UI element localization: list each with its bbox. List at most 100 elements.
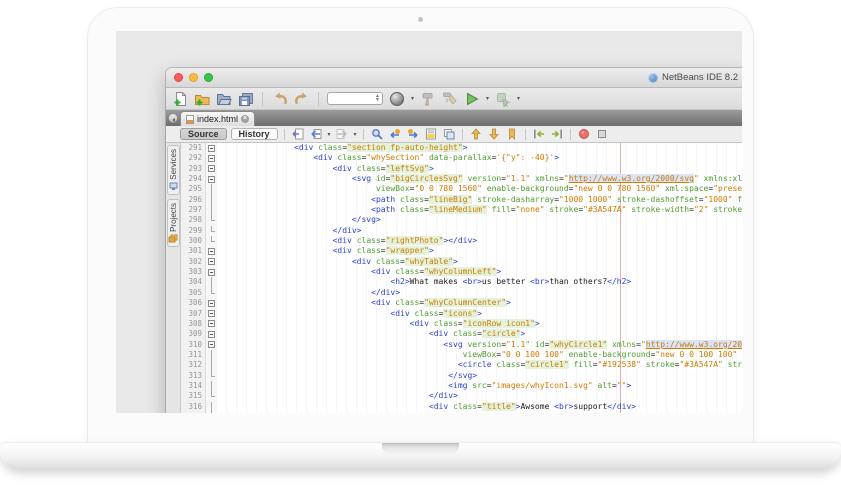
netbeans-window: NetBeans IDE 8.2	[166, 68, 742, 413]
open-project-icon[interactable]	[215, 90, 232, 107]
code-line[interactable]: <svg id="bigCirclesSvg" version="1.1" xm…	[217, 174, 742, 184]
source-view-button[interactable]: Source	[180, 128, 227, 140]
fold-marker[interactable]	[206, 298, 217, 308]
debug-project-icon[interactable]	[494, 90, 511, 107]
new-project-icon[interactable]	[193, 90, 210, 107]
back-dropdown-caret[interactable]: ▾	[328, 131, 331, 138]
forward-icon[interactable]	[335, 127, 349, 141]
debug-dropdown-caret[interactable]: ▾	[517, 95, 520, 102]
save-all-icon[interactable]	[237, 90, 254, 107]
code-line[interactable]: <h2>What makes <br>us better <br>than ot…	[217, 277, 742, 287]
window-titlebar: NetBeans IDE 8.2	[166, 68, 742, 88]
combobox-stepper-icon: ▲▼	[375, 95, 380, 102]
code-line[interactable]: <div class="whyColumnCenter">	[217, 298, 742, 308]
back-icon[interactable]	[309, 127, 323, 141]
projects-icon	[168, 234, 178, 243]
minimize-window-button[interactable]	[189, 73, 198, 82]
toggle-bookmark-icon[interactable]	[505, 127, 519, 141]
next-bookmark-icon[interactable]	[487, 127, 501, 141]
code-area[interactable]: <div class="section fp-auto-height"> <di…	[217, 143, 742, 413]
build-project-icon[interactable]	[419, 90, 436, 107]
configuration-combobox[interactable]: ▲▼	[327, 92, 383, 105]
tab-index-html[interactable]: index.html ×	[180, 111, 255, 126]
code-line[interactable]: </div>	[217, 391, 742, 401]
code-line[interactable]: viewBox="0 0 780 1560" enable-background…	[217, 184, 742, 194]
tab-close-icon[interactable]: ×	[241, 115, 249, 123]
tab-list-button[interactable]	[168, 113, 178, 123]
forward-dropdown-caret[interactable]: ▾	[354, 131, 357, 138]
code-line[interactable]: <div class="section fp-auto-height">	[217, 143, 742, 153]
code-line[interactable]: </div>	[217, 288, 742, 298]
find-previous-icon[interactable]	[388, 127, 402, 141]
code-line[interactable]: <svg version="1.1" id="whyCircle1" xmlns…	[217, 340, 742, 350]
code-line[interactable]: <div class="icons">	[217, 309, 742, 319]
code-line[interactable]: </div>	[217, 226, 742, 236]
line-number: 292	[181, 153, 202, 163]
fold-marker[interactable]	[206, 164, 217, 174]
new-file-icon[interactable]	[171, 90, 188, 107]
undo-icon[interactable]	[271, 90, 288, 107]
projects-tab-label: Projects	[169, 203, 178, 232]
select-in-projects-icon[interactable]	[442, 127, 456, 141]
find-icon[interactable]	[370, 127, 384, 141]
find-next-icon[interactable]	[406, 127, 420, 141]
code-line[interactable]: </svg>	[217, 371, 742, 381]
gutter[interactable]: 2912922932942952962972982993003013023033…	[181, 143, 206, 413]
close-window-button[interactable]	[174, 73, 183, 82]
stop-macro-icon[interactable]	[595, 127, 609, 141]
run-dropdown-caret[interactable]: ▾	[486, 95, 489, 102]
browser-dropdown-caret[interactable]: ▾	[411, 95, 414, 102]
fold-marker[interactable]	[206, 174, 217, 184]
fold-column[interactable]	[206, 143, 217, 413]
fold-marker[interactable]	[206, 319, 217, 329]
sidebar-tab-projects[interactable]: Projects	[167, 199, 180, 247]
toolbar-separator	[318, 92, 319, 106]
code-line[interactable]: <div class="title">Awsome <br>support</d…	[217, 402, 742, 412]
code-line[interactable]: <div class="whyTable">	[217, 257, 742, 267]
shift-left-icon[interactable]	[532, 127, 546, 141]
code-line[interactable]: <div class="circle">	[217, 329, 742, 339]
code-line[interactable]: <div class="leftSvg">	[217, 164, 742, 174]
redo-icon[interactable]	[293, 90, 310, 107]
fold-marker[interactable]	[206, 340, 217, 350]
zoom-window-button[interactable]	[204, 73, 213, 82]
last-edited-icon[interactable]	[291, 127, 305, 141]
fold-marker[interactable]	[206, 143, 217, 153]
sidebar-tab-services[interactable]: Services	[167, 145, 180, 195]
code-line[interactable]: <div class="iconRow icon1">	[217, 319, 742, 329]
code-line[interactable]: <div class="whyColumnLeft">	[217, 267, 742, 277]
fold-marker[interactable]	[206, 257, 217, 267]
fold-marker[interactable]	[206, 329, 217, 339]
code-line[interactable]: <div class="rightPhoto"></div>	[217, 236, 742, 246]
editor-body: Services Projects 2912922932942952962972…	[166, 143, 742, 413]
fold-marker	[206, 277, 217, 287]
window-title-group: NetBeans IDE 8.2	[648, 72, 738, 83]
fold-marker[interactable]	[206, 153, 217, 163]
line-number: 313	[181, 371, 202, 381]
fold-marker[interactable]	[206, 246, 217, 256]
fold-marker	[206, 381, 217, 391]
line-number: 303	[181, 267, 202, 277]
code-line[interactable]: <circle class="circle1" fill="#192538" s…	[217, 360, 742, 370]
record-macro-icon[interactable]	[577, 127, 591, 141]
fold-marker	[206, 236, 217, 246]
run-project-icon[interactable]	[463, 90, 480, 107]
clean-build-icon[interactable]	[441, 90, 458, 107]
code-line[interactable]: </div>	[217, 412, 742, 413]
code-line[interactable]: <div class="whySection" data-parallax='{…	[217, 153, 742, 163]
fold-marker[interactable]	[206, 267, 217, 277]
code-line[interactable]: <img src="images/whyIcon1.svg" alt="">	[217, 381, 742, 391]
code-line[interactable]: viewBox="0 0 100 100" enable-background=…	[217, 350, 742, 360]
previous-bookmark-icon[interactable]	[469, 127, 483, 141]
code-line[interactable]: <div class="wrapper">	[217, 246, 742, 256]
shift-right-icon[interactable]	[550, 127, 564, 141]
browser-icon[interactable]	[388, 90, 405, 107]
code-line[interactable]: <path class="lineMedium" fill="none" str…	[217, 205, 742, 215]
history-view-button[interactable]: History	[231, 128, 278, 140]
services-tab-label: Services	[169, 149, 178, 180]
code-line[interactable]: <path class="lineBig" stroke-dasharray="…	[217, 195, 742, 205]
line-number: 301	[181, 246, 202, 256]
fold-marker[interactable]	[206, 309, 217, 319]
code-line[interactable]: </svg>	[217, 215, 742, 225]
toggle-highlight-icon[interactable]	[424, 127, 438, 141]
